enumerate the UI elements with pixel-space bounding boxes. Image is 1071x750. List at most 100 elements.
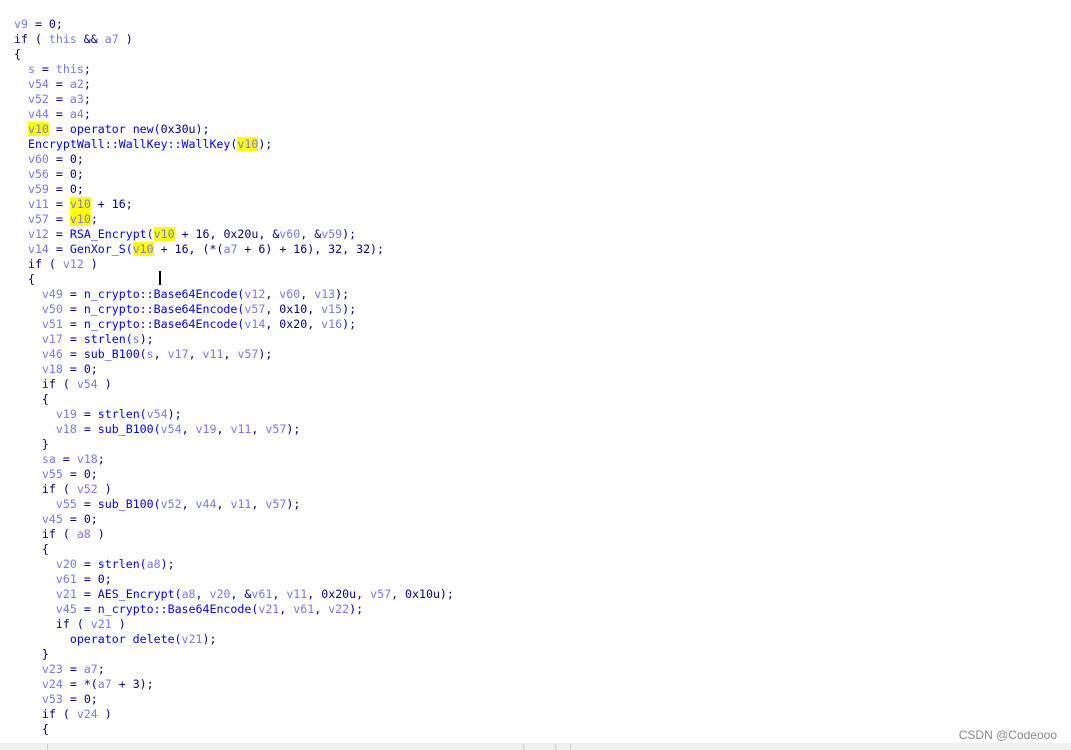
variable[interactable]: v57 [244, 302, 265, 316]
variable[interactable]: v54 [28, 77, 49, 91]
code-line[interactable]: v61 = 0; [14, 572, 454, 587]
function-name[interactable]: sub_B100( [98, 422, 161, 436]
variable[interactable]: v11 [230, 497, 251, 511]
variable[interactable]: v45 [42, 512, 63, 526]
code-line[interactable]: { [14, 722, 454, 737]
variable[interactable]: v17 [42, 332, 63, 346]
code-line[interactable]: v10 = operator new(0x30u); [14, 122, 454, 137]
variable[interactable]: v23 [42, 662, 63, 676]
variable[interactable]: v14 [244, 317, 265, 331]
variable[interactable]: v61 [251, 587, 272, 601]
function-name[interactable]: strlen( [84, 332, 133, 346]
variable[interactable]: v45 [56, 602, 77, 616]
code-line[interactable]: v9 = 0; [14, 17, 454, 32]
code-line[interactable]: v60 = 0; [14, 152, 454, 167]
variable[interactable]: v57 [265, 497, 286, 511]
code-line[interactable]: if ( v52 ) [14, 482, 454, 497]
variable[interactable]: v59 [28, 182, 49, 196]
variable[interactable]: v17 [168, 347, 189, 361]
variable[interactable]: v57 [265, 422, 286, 436]
code-line[interactable]: } [14, 647, 454, 662]
highlighted-variable[interactable]: v10 [237, 137, 259, 151]
code-line[interactable]: v46 = sub_B100(s, v17, v11, v57); [14, 347, 454, 362]
variable[interactable]: v57 [237, 347, 258, 361]
code-line[interactable]: { [14, 542, 454, 557]
variable[interactable]: v9 [14, 17, 28, 31]
code-line[interactable]: v24 = *(a7 + 3); [14, 677, 454, 692]
variable[interactable]: v60 [28, 152, 49, 166]
function-name[interactable]: strlen( [98, 407, 147, 421]
code-line[interactable]: { [14, 392, 454, 407]
code-line[interactable]: v55 = sub_B100(v52, v44, v11, v57); [14, 497, 454, 512]
code-line[interactable]: if ( v21 ) [14, 617, 454, 632]
code-line[interactable]: v12 = RSA_Encrypt(v10 + 16, 0x20u, &v60,… [14, 227, 454, 242]
variable[interactable]: v60 [279, 227, 300, 241]
code-line[interactable]: v20 = strlen(a8); [14, 557, 454, 572]
variable[interactable]: v12 [28, 227, 49, 241]
variable[interactable]: a8 [147, 557, 161, 571]
variable[interactable]: v20 [56, 557, 77, 571]
code-line[interactable]: { [14, 272, 454, 287]
variable[interactable]: v60 [279, 287, 300, 301]
variable[interactable]: v61 [293, 602, 314, 616]
variable[interactable]: v56 [28, 167, 49, 181]
variable[interactable]: v54 [147, 407, 168, 421]
code-line[interactable]: v17 = strlen(s); [14, 332, 454, 347]
function-name[interactable]: sub_B100( [98, 497, 161, 511]
variable[interactable]: v52 [161, 497, 182, 511]
variable[interactable]: v57 [370, 587, 391, 601]
variable[interactable]: v55 [42, 467, 63, 481]
function-name[interactable]: strlen( [98, 557, 147, 571]
code-line[interactable]: v18 = sub_B100(v54, v19, v11, v57); [14, 422, 454, 437]
variable[interactable]: v21 [182, 632, 203, 646]
pseudocode-view[interactable]: v9 = 0; if ( this && a7 ){ s = this; v54 … [14, 17, 454, 737]
variable[interactable]: a3 [70, 92, 84, 106]
function-name[interactable]: n_crypto::Base64Encode( [98, 602, 259, 616]
variable[interactable]: v12 [63, 257, 84, 271]
highlighted-variable[interactable]: v10 [153, 227, 175, 241]
variable[interactable]: s [133, 332, 140, 346]
variable[interactable]: v57 [28, 212, 49, 226]
function-name[interactable]: GenXor_S( [70, 242, 133, 256]
variable[interactable]: v12 [244, 287, 265, 301]
code-line[interactable]: v45 = n_crypto::Base64Encode(v21, v61, v… [14, 602, 454, 617]
variable[interactable]: a7 [98, 677, 112, 691]
highlighted-variable[interactable]: v10 [27, 122, 49, 136]
variable[interactable]: v11 [230, 422, 251, 436]
variable[interactable]: a8 [182, 587, 196, 601]
code-line[interactable]: v49 = n_crypto::Base64Encode(v12, v60, v… [14, 287, 454, 302]
code-line[interactable]: v44 = a4; [14, 107, 454, 122]
code-line[interactable]: s = this; [14, 62, 454, 77]
variable[interactable]: v24 [42, 677, 63, 691]
function-name[interactable]: sub_B100( [84, 347, 147, 361]
code-line[interactable]: if ( v24 ) [14, 707, 454, 722]
variable[interactable]: v50 [42, 302, 63, 316]
variable[interactable]: v16 [321, 317, 342, 331]
code-line[interactable]: v53 = 0; [14, 692, 454, 707]
function-name[interactable]: n_crypto::Base64Encode( [84, 287, 245, 301]
variable[interactable]: v14 [28, 242, 49, 256]
variable[interactable]: v52 [28, 92, 49, 106]
code-line[interactable]: v11 = v10 + 16; [14, 197, 454, 212]
variable[interactable]: v21 [258, 602, 279, 616]
variable[interactable]: v46 [42, 347, 63, 361]
variable[interactable]: v59 [321, 227, 342, 241]
variable[interactable]: v55 [56, 497, 77, 511]
code-line[interactable]: if ( v54 ) [14, 377, 454, 392]
variable[interactable]: v44 [28, 107, 49, 121]
variable[interactable]: v53 [42, 692, 63, 706]
variable[interactable]: s [28, 62, 35, 76]
variable[interactable]: v24 [77, 707, 98, 721]
variable[interactable]: v19 [56, 407, 77, 421]
code-line[interactable]: v55 = 0; [14, 467, 454, 482]
variable[interactable]: a4 [70, 107, 84, 121]
variable[interactable]: v49 [42, 287, 63, 301]
function-name[interactable]: AES_Encrypt( [98, 587, 182, 601]
function-name[interactable]: operator delete( [70, 632, 182, 646]
function-name[interactable]: n_crypto::Base64Encode( [84, 317, 245, 331]
variable[interactable]: this [56, 62, 84, 76]
code-line[interactable]: if ( this && a7 ) [14, 32, 454, 47]
code-line[interactable]: } [14, 437, 454, 452]
variable[interactable]: v19 [196, 422, 217, 436]
variable[interactable]: v20 [210, 587, 231, 601]
